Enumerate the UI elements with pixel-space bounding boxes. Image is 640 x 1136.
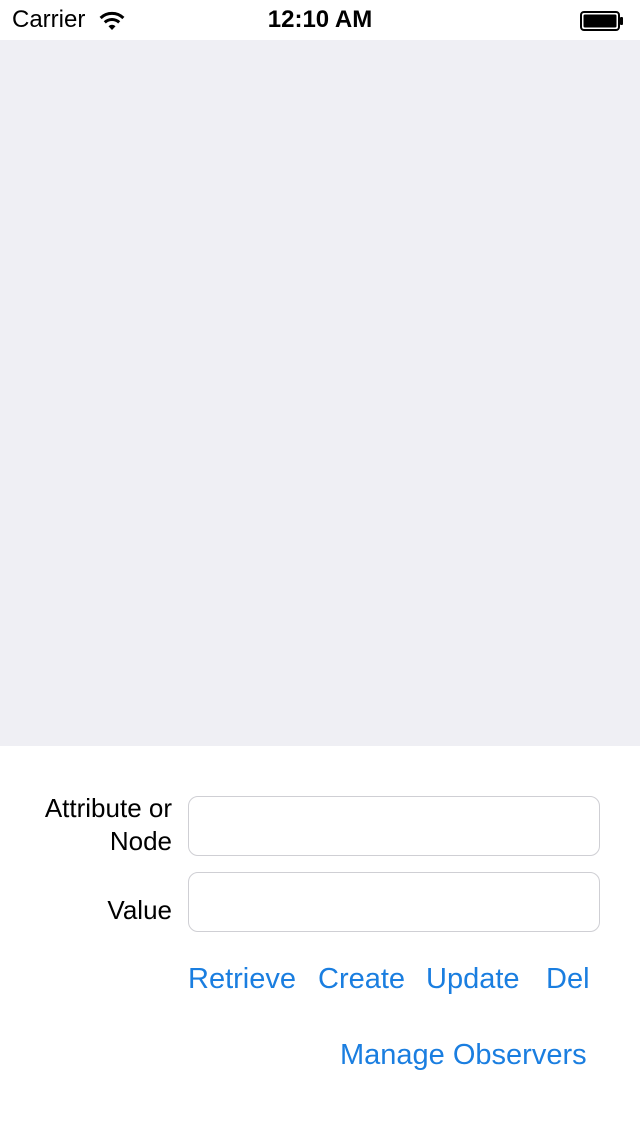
battery-icon (580, 11, 624, 31)
attribute-label: Attribute or Node (44, 793, 172, 856)
attribute-input[interactable] (188, 796, 600, 856)
value-input[interactable] (188, 872, 600, 932)
status-bar: Carrier 12:10 AM (0, 0, 640, 40)
edit-form: Attribute or Node Value Retrieve Create … (0, 746, 640, 1136)
retrieve-button[interactable]: Retrieve (188, 961, 296, 997)
delete-button[interactable]: Del (546, 961, 590, 997)
results-table[interactable] (0, 40, 640, 746)
value-label: Value (107, 895, 172, 925)
update-button[interactable]: Update (426, 961, 520, 997)
status-time: 12:10 AM (267, 6, 373, 33)
create-button[interactable]: Create (318, 961, 405, 997)
manage-observers-button[interactable]: Manage Observers (340, 1037, 587, 1073)
